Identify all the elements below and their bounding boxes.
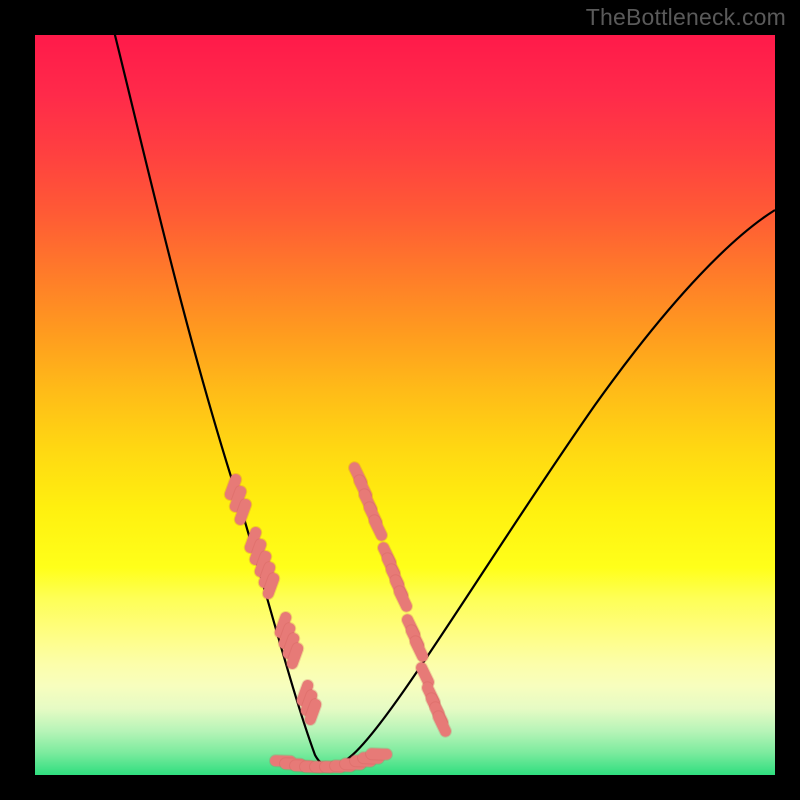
watermark-text: TheBottleneck.com xyxy=(586,4,786,31)
bead xyxy=(374,521,381,535)
bead xyxy=(399,592,406,606)
bead xyxy=(310,704,315,719)
bead xyxy=(415,642,422,656)
outer-frame: TheBottleneck.com xyxy=(0,0,800,800)
bead xyxy=(438,717,445,731)
bead xyxy=(372,754,387,755)
bead xyxy=(268,578,273,593)
curve-line xyxy=(110,35,775,767)
plot-area xyxy=(35,35,775,775)
bottleneck-curve xyxy=(35,35,775,775)
bead xyxy=(292,648,297,663)
curve-beads xyxy=(230,468,445,767)
bead xyxy=(421,668,428,682)
